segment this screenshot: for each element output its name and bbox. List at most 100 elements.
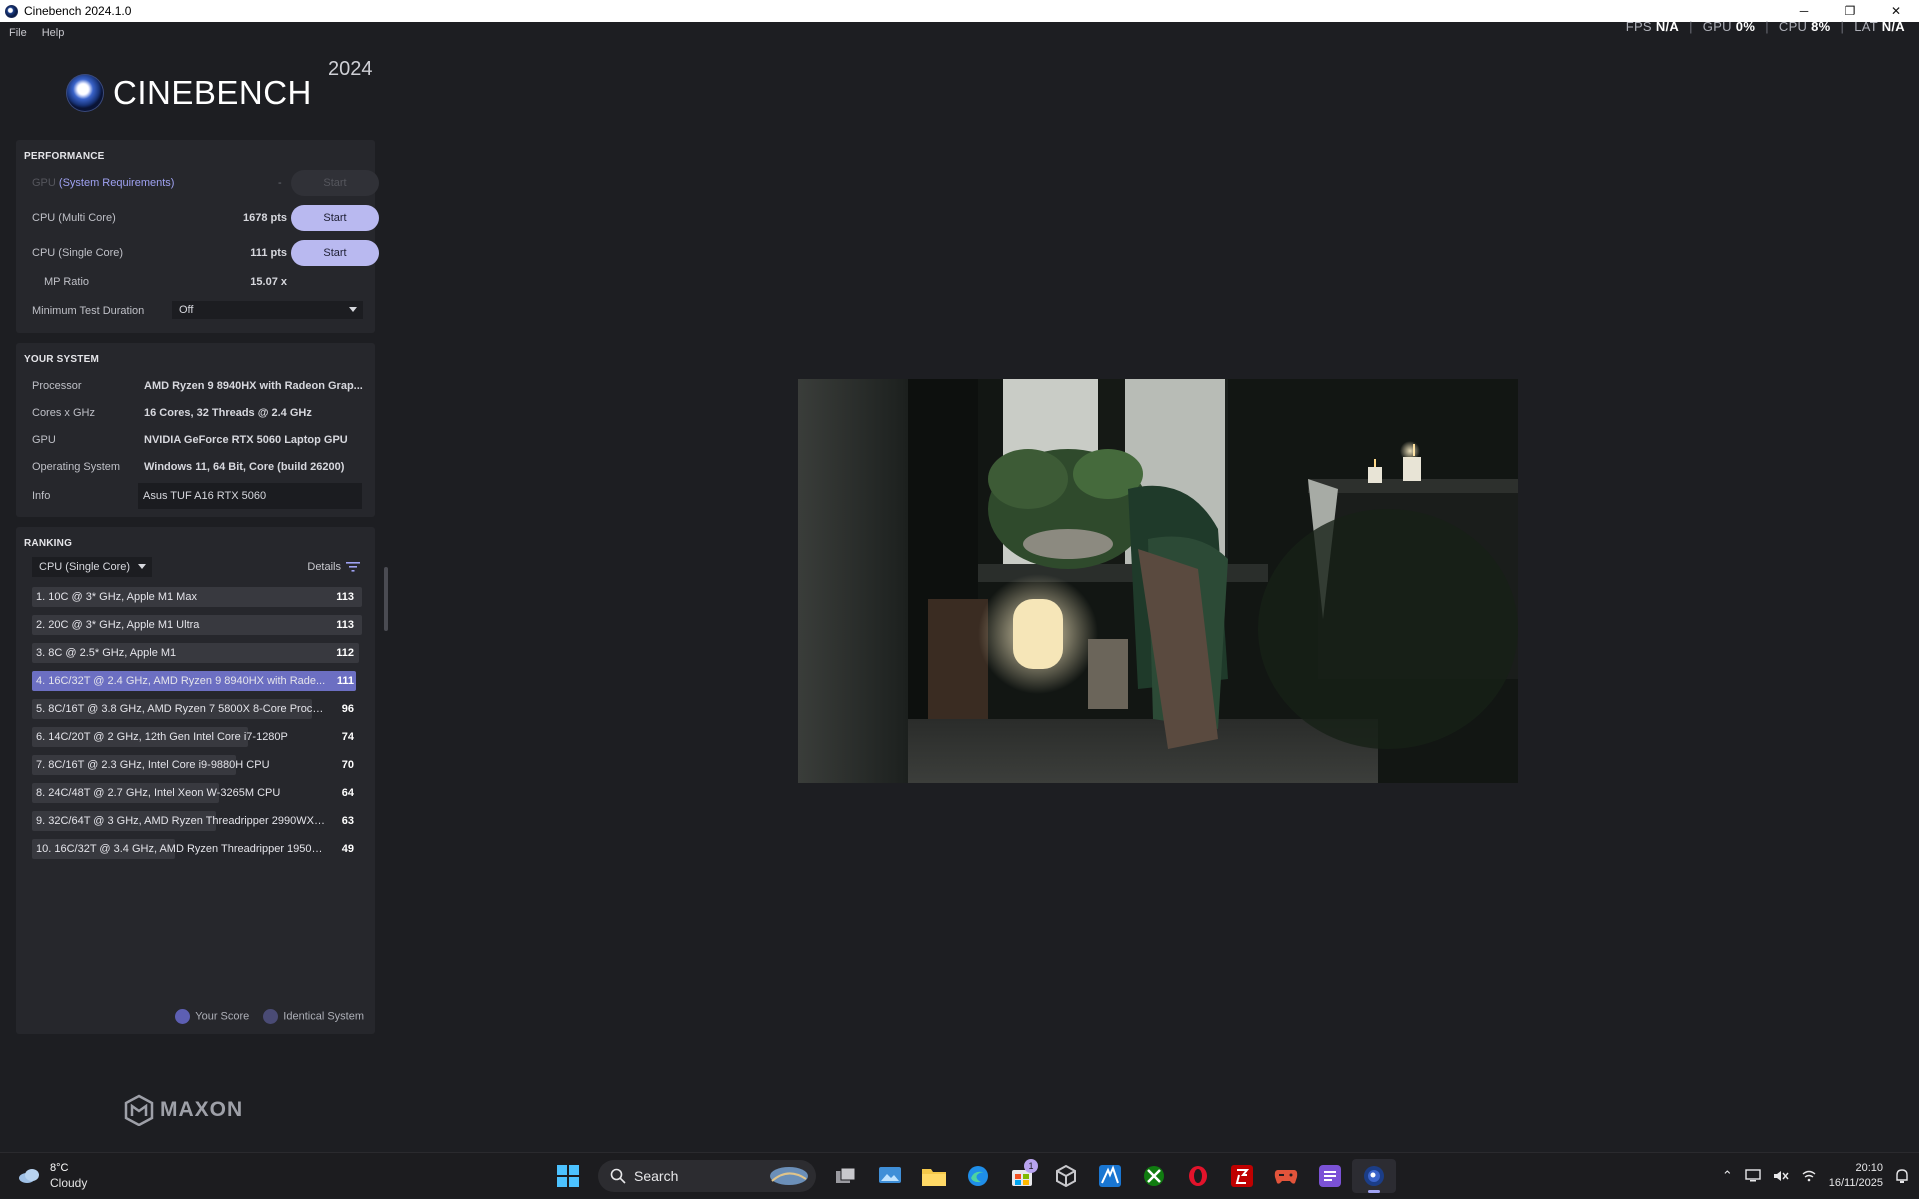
cinebench-icon (1364, 1166, 1384, 1186)
your-system-panel: YOUR SYSTEM Processor AMD Ryzen 9 8940HX… (16, 343, 375, 517)
ranking-score: 63 (341, 815, 354, 827)
panel-scrollbar[interactable] (384, 567, 388, 631)
ranking-row[interactable]: 6. 14C/20T @ 2 GHz, 12th Gen Intel Core … (32, 727, 362, 747)
system-requirements-link[interactable]: (System Requirements) (59, 177, 175, 189)
single-core-score: 111 pts (250, 247, 287, 259)
search-highlight-icon (770, 1167, 808, 1185)
weather-widget[interactable]: 8°C Cloudy (18, 1161, 87, 1191)
single-core-start-button[interactable]: Start (291, 240, 379, 266)
ranking-row[interactable]: 3. 8C @ 2.5* GHz, Apple M1 112 (32, 643, 362, 663)
gpu-info-value: NVIDIA GeForce RTX 5060 Laptop GPU (144, 434, 348, 446)
search-placeholder: Search (634, 1168, 679, 1184)
window-title: Cinebench 2024.1.0 (24, 4, 132, 18)
details-button[interactable]: Details (307, 561, 360, 573)
game-app[interactable] (1264, 1159, 1308, 1193)
menu-help[interactable]: Help (42, 27, 65, 39)
file-explorer-app[interactable] (912, 1159, 956, 1193)
performance-hud: FPS N/A | GPU 0% | CPU 8% | LAT N/A (1626, 19, 1905, 34)
display-icon[interactable] (1745, 1169, 1761, 1183)
desktop-picture-icon (879, 1167, 901, 1183)
menu-file[interactable]: File (9, 27, 27, 39)
opera-app[interactable] (1176, 1159, 1220, 1193)
ranking-mode-dropdown[interactable]: CPU (Single Core) (32, 557, 152, 577)
your-system-title: YOUR SYSTEM (24, 354, 99, 365)
hud-separator: | (1689, 19, 1693, 34)
edge-app[interactable] (956, 1159, 1000, 1193)
ranking-row[interactable]: 2. 20C @ 3* GHz, Apple M1 Ultra 113 (32, 615, 362, 635)
min-duration-value: Off (179, 304, 194, 316)
notes-app[interactable] (1308, 1159, 1352, 1193)
widgets-app[interactable] (868, 1159, 912, 1193)
details-label: Details (307, 561, 341, 573)
render-preview (798, 379, 1518, 783)
ranking-row-your-system[interactable]: 4. 16C/32T @ 2.4 GHz, AMD Ryzen 9 8940HX… (32, 671, 362, 691)
multi-core-label: CPU (Multi Core) (32, 212, 116, 224)
ranking-row[interactable]: 10. 16C/32T @ 3.4 GHz, AMD Ryzen Threadr… (32, 839, 362, 859)
ranking-score: 112 (336, 647, 354, 659)
ranking-panel: RANKING CPU (Single Core) Details 1. 10C… (16, 527, 375, 1034)
ranking-label: 1. 10C @ 3* GHz, Apple M1 Max (36, 591, 197, 603)
cinebench-app-icon (5, 4, 18, 18)
notification-bell-icon[interactable] (1895, 1168, 1909, 1184)
cinebench-taskbar-app[interactable] (1352, 1159, 1396, 1193)
ranking-row[interactable]: 9. 32C/64T @ 3 GHz, AMD Ryzen Threadripp… (32, 811, 362, 831)
info-label: Info (32, 490, 51, 502)
unity-app[interactable] (1044, 1159, 1088, 1193)
ranking-mode-value: CPU (Single Core) (39, 561, 131, 573)
cinebench-logo: CINEBENCH (66, 74, 312, 112)
your-score-dot (175, 1009, 191, 1024)
ranking-score: 64 (341, 787, 354, 799)
taskbar-search[interactable]: Search (598, 1160, 816, 1192)
cube-icon (1056, 1165, 1076, 1187)
clock-date: 16/11/2025 (1828, 1177, 1883, 1189)
ranking-score: 113 (336, 619, 354, 631)
gpu-score: - (278, 177, 282, 189)
monitor-app[interactable] (1088, 1159, 1132, 1193)
chevron-up-icon[interactable]: ⌃ (1722, 1168, 1733, 1184)
active-indicator (1368, 1190, 1380, 1193)
hud-fps: FPS N/A (1625, 19, 1680, 34)
ranking-score: 111 (336, 675, 354, 687)
list-app-icon (1319, 1165, 1341, 1187)
start-button[interactable] (546, 1159, 590, 1193)
gpu-start-button[interactable]: Start (291, 170, 379, 196)
clock[interactable]: 20:10 16/11/2025 (1829, 1161, 1883, 1191)
filezilla-icon (1231, 1165, 1253, 1187)
ranking-row[interactable]: 5. 8C/16T @ 3.8 GHz, AMD Ryzen 7 5800X 8… (32, 699, 362, 719)
task-view-button[interactable] (824, 1159, 868, 1193)
ranking-row[interactable]: 7. 8C/16T @ 2.3 GHz, Intel Core i9-9880H… (32, 755, 362, 775)
ranking-label: 6. 14C/20T @ 2 GHz, 12th Gen Intel Core … (36, 731, 288, 743)
render-scene-image (798, 379, 1518, 783)
mp-ratio-value: 15.07 x (250, 276, 287, 288)
chevron-down-icon (349, 307, 357, 312)
info-input[interactable]: Asus TUF A16 RTX 5060 (138, 483, 362, 509)
filezilla-app[interactable] (1220, 1159, 1264, 1193)
ranking-row[interactable]: 1. 10C @ 3* GHz, Apple M1 Max 113 (32, 587, 362, 607)
chevron-down-icon (138, 564, 146, 569)
maxon-logo: MAXON (124, 1094, 243, 1126)
xbox-app[interactable] (1132, 1159, 1176, 1193)
ranking-score: 113 (336, 591, 354, 603)
gpu-row: GPU (System Requirements) (32, 177, 174, 189)
processor-value: AMD Ryzen 9 8940HX with Radeon Grap... (144, 380, 363, 392)
cloud-icon (19, 1169, 39, 1183)
network-icon[interactable] (1801, 1169, 1817, 1183)
ranking-score: 70 (341, 759, 354, 771)
ranking-label: 4. 16C/32T @ 2.4 GHz, AMD Ryzen 9 8940HX… (36, 675, 326, 687)
ranking-label: 8. 24C/48T @ 2.7 GHz, Intel Xeon W-3265M… (36, 787, 281, 799)
ranking-row[interactable]: 8. 24C/48T @ 2.7 GHz, Intel Xeon W-3265M… (32, 783, 362, 803)
multi-core-start-button[interactable]: Start (291, 205, 379, 231)
ranking-label: 7. 8C/16T @ 2.3 GHz, Intel Core i9-9880H… (36, 759, 270, 771)
ranking-score: 49 (341, 843, 354, 855)
filter-icon (346, 562, 360, 572)
ranking-score: 96 (341, 703, 354, 715)
menu-bar: File Help (0, 22, 70, 44)
gpu-info-label: GPU (32, 434, 56, 446)
logo-year: 2024 (328, 58, 373, 80)
store-app[interactable]: 1 (1000, 1159, 1044, 1193)
ranking-title: RANKING (24, 538, 73, 549)
min-duration-dropdown[interactable]: Off (172, 301, 363, 319)
opera-icon (1189, 1166, 1207, 1186)
gpu-label: GPU (32, 177, 56, 189)
speaker-muted-icon[interactable] (1773, 1169, 1789, 1183)
